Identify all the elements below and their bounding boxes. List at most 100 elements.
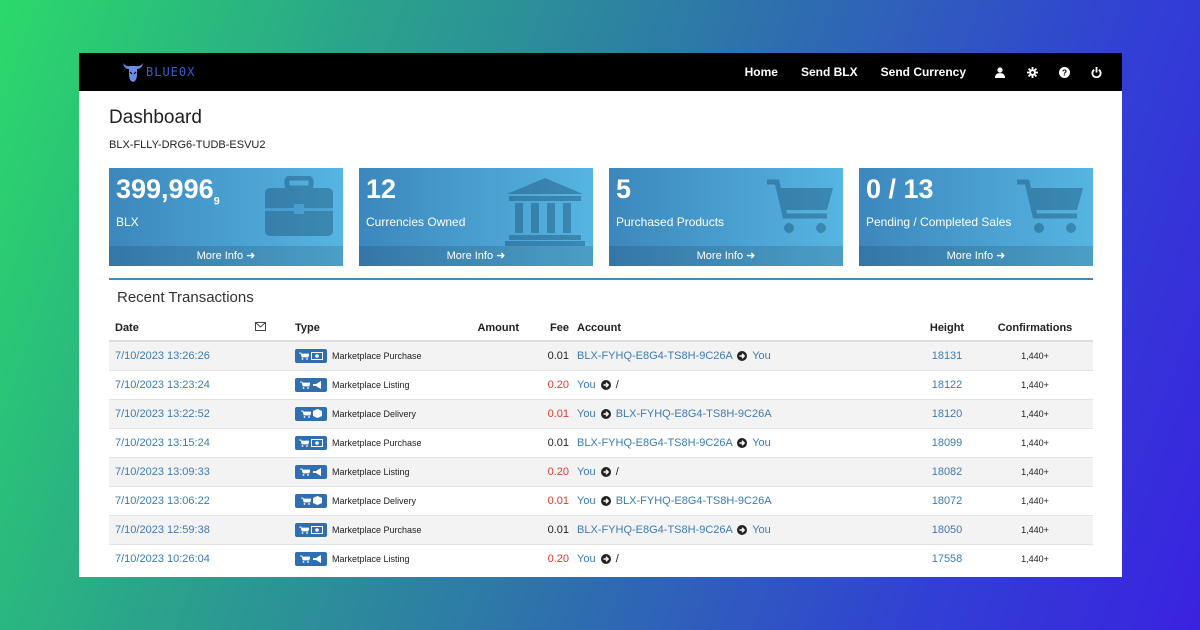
card-label: Pending / Completed Sales <box>866 215 1012 229</box>
bank-icon <box>505 178 585 246</box>
cube-icon <box>312 409 322 418</box>
tx-account-from[interactable]: You <box>577 553 596 565</box>
tx-amount <box>465 456 525 486</box>
top-navbar: BLUE0X Home Send BLX Send Currency ? <box>79 53 1122 91</box>
tx-confirmations: 1,440+ <box>977 369 1093 399</box>
tx-height-link[interactable]: 18072 <box>932 495 963 507</box>
cart-icon <box>299 526 309 534</box>
tx-type-badge[interactable] <box>295 464 327 479</box>
table-row: 7/10/2023 10:26:04 Marketplace Listing 0.2… <box>109 543 1093 573</box>
gear-icon[interactable] <box>1016 53 1048 91</box>
tx-fee: 0.01 <box>525 340 577 370</box>
power-icon[interactable] <box>1080 53 1112 91</box>
envelope-icon <box>255 321 266 331</box>
tx-height-link[interactable]: 18050 <box>932 524 963 536</box>
more-info-link[interactable]: More Info ➜ <box>109 246 343 266</box>
tx-account-from[interactable]: You <box>577 408 596 420</box>
tx-account-from[interactable]: You <box>577 495 596 507</box>
tx-type: Marketplace Listing <box>332 379 410 390</box>
tx-type-badge[interactable] <box>295 406 327 421</box>
tx-height-link[interactable]: 18120 <box>932 408 963 420</box>
col-amount[interactable]: Amount <box>465 313 525 342</box>
bullhorn-icon <box>313 467 321 476</box>
tx-amount <box>465 340 525 370</box>
tx-account-from[interactable]: BLX-FYHQ-E8G4-TS8H-9C26A <box>577 524 732 536</box>
tx-height-link[interactable]: 18131 <box>932 350 963 362</box>
nav-menu: Home Send BLX Send Currency ? <box>722 53 1122 91</box>
tx-message-cell <box>255 514 295 544</box>
tx-account-to: / <box>615 378 619 391</box>
tx-account-from[interactable]: BLX-FYHQ-E8G4-TS8H-9C26A <box>577 350 732 362</box>
tx-date-link[interactable]: 7/10/2023 13:09:33 <box>115 466 210 478</box>
arrow-circle-right-icon: ➜ <box>996 250 1006 262</box>
help-icon[interactable]: ? <box>1048 53 1080 91</box>
col-height[interactable]: Height <box>917 313 977 342</box>
tx-account-to[interactable]: BLX-FYHQ-E8G4-TS8H-9C26A <box>616 408 772 420</box>
brand-logo[interactable]: BLUE0X <box>121 60 195 84</box>
tx-type: Marketplace Purchase <box>332 350 422 361</box>
tx-account-to[interactable]: You <box>752 437 771 449</box>
tx-confirmations: 1,440+ <box>977 543 1093 573</box>
tx-date-link[interactable]: 7/10/2023 13:26:26 <box>115 350 210 362</box>
tx-date-link[interactable]: 7/10/2023 13:22:52 <box>115 408 210 420</box>
bullhorn-icon <box>313 380 321 389</box>
money-icon <box>311 525 323 534</box>
card-currencies-owned: 12 Currencies Owned More Info ➜ <box>359 168 593 266</box>
arrow-circle-right-icon <box>600 379 611 390</box>
more-info-link[interactable]: More Info ➜ <box>859 246 1093 266</box>
tx-account-to[interactable]: You <box>752 350 771 362</box>
tx-date-link[interactable]: 7/10/2023 12:59:38 <box>115 524 210 536</box>
table-row: 7/10/2023 13:09:33 Marketplace Listing 0.2… <box>109 456 1093 486</box>
tx-height-link[interactable]: 17558 <box>932 553 963 565</box>
tx-height-link[interactable]: 18099 <box>932 437 963 449</box>
card-blx-balance: 399,9969 BLX More Info ➜ <box>109 168 343 266</box>
tx-type-badge[interactable] <box>295 522 327 537</box>
tx-account-from[interactable]: BLX-FYHQ-E8G4-TS8H-9C26A <box>577 437 732 449</box>
tx-type-badge[interactable] <box>295 551 327 566</box>
tx-amount <box>465 514 525 544</box>
col-confirmations[interactable]: Confirmations <box>977 313 1093 342</box>
user-icon[interactable] <box>984 53 1016 91</box>
tx-amount <box>465 485 525 515</box>
arrow-circle-right-icon <box>737 524 748 535</box>
tx-account-to[interactable]: You <box>752 524 771 536</box>
arrow-circle-right-icon: ➜ <box>246 250 256 262</box>
tx-height-link[interactable]: 18082 <box>932 466 963 478</box>
arrow-circle-right-icon <box>600 408 611 419</box>
tx-type-badge[interactable] <box>295 493 327 508</box>
card-value-decimal: 9 <box>213 195 220 208</box>
col-message <box>255 313 295 342</box>
more-info-link[interactable]: More Info ➜ <box>359 246 593 266</box>
cart-icon <box>299 439 309 447</box>
card-value: 5 <box>616 174 632 204</box>
col-fee[interactable]: Fee <box>525 313 577 342</box>
tx-amount <box>465 543 525 573</box>
more-info-link[interactable]: More Info ➜ <box>609 246 843 266</box>
col-date[interactable]: Date <box>109 313 255 342</box>
tx-fee: 0.01 <box>525 485 577 515</box>
tx-type-badge[interactable] <box>295 377 327 392</box>
tx-type-badge[interactable] <box>295 348 327 363</box>
bullhorn-icon <box>313 554 321 563</box>
tx-message-cell <box>255 427 295 457</box>
tx-account-to[interactable]: BLX-FYHQ-E8G4-TS8H-9C26A <box>616 495 772 507</box>
tx-account-from[interactable]: You <box>577 466 596 478</box>
tx-date-link[interactable]: 7/10/2023 13:23:24 <box>115 379 210 391</box>
nav-send-currency[interactable]: Send Currency <box>881 65 966 79</box>
tx-date-link[interactable]: 7/10/2023 13:06:22 <box>115 495 210 507</box>
tx-date-link[interactable]: 7/10/2023 10:26:04 <box>115 553 210 565</box>
arrow-circle-right-icon <box>737 437 748 448</box>
col-type[interactable]: Type <box>295 313 465 342</box>
tx-type-badge[interactable] <box>295 435 327 450</box>
nav-send-blx[interactable]: Send BLX <box>801 65 858 79</box>
table-row: 7/10/2023 12:59:38 Marketplace Purchase 0.… <box>109 514 1093 544</box>
app-window: BLUE0X Home Send BLX Send Currency ? Das… <box>79 53 1122 577</box>
tx-height-link[interactable]: 18122 <box>932 379 963 391</box>
tx-confirmations: 1,440+ <box>977 485 1093 515</box>
col-account[interactable]: Account <box>577 313 917 342</box>
card-purchased-products: 5 Purchased Products More Info ➜ <box>609 168 843 266</box>
nav-home[interactable]: Home <box>745 65 778 79</box>
tx-account-from[interactable]: You <box>577 379 596 391</box>
tx-date-link[interactable]: 7/10/2023 13:15:24 <box>115 437 210 449</box>
tx-fee: 0.01 <box>525 514 577 544</box>
